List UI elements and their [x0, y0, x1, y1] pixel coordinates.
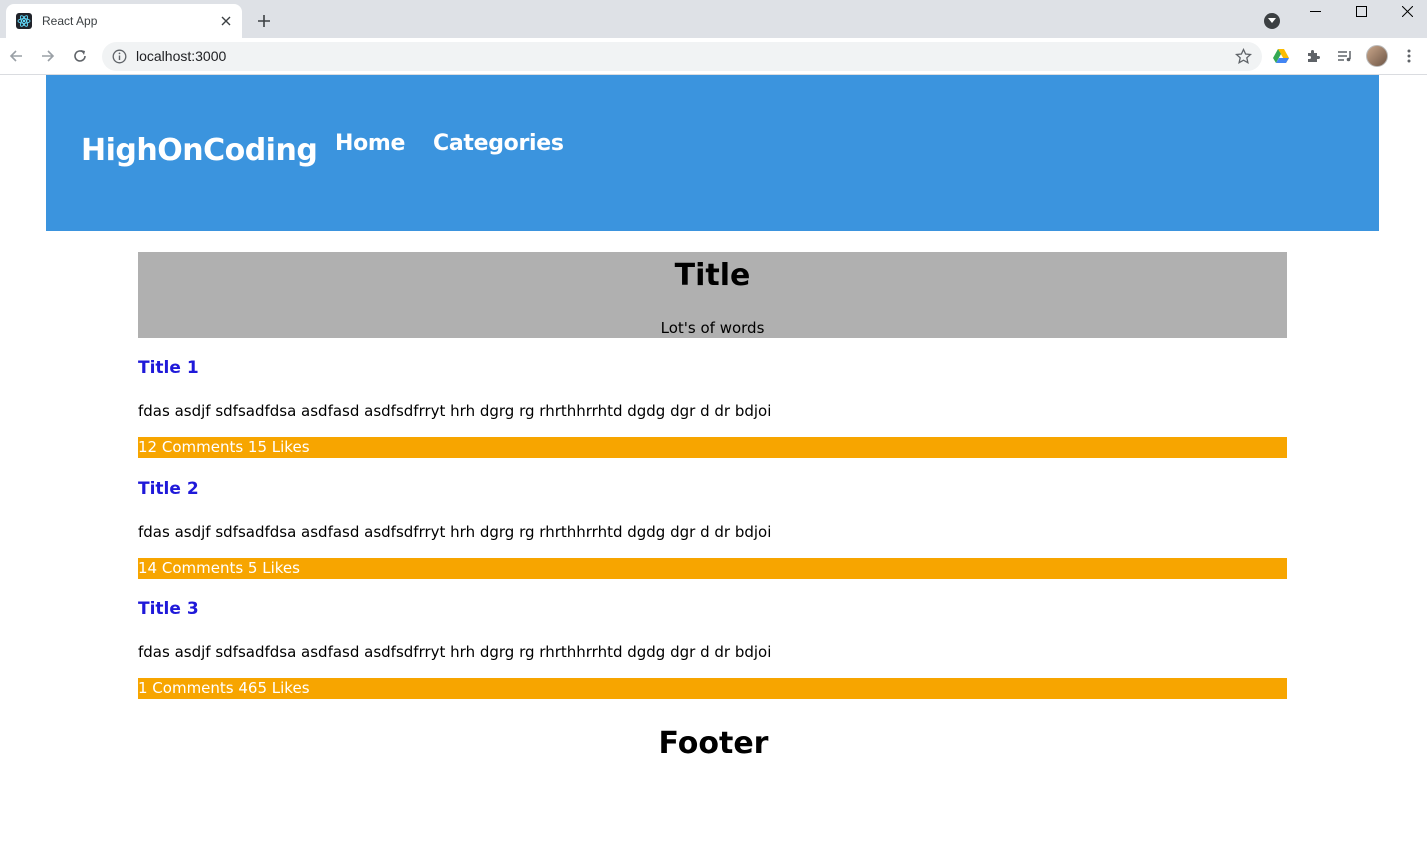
browser-tabstrip: React App	[0, 0, 1427, 38]
address-bar[interactable]: localhost:3000	[102, 42, 1262, 71]
google-drive-icon[interactable]	[1271, 46, 1291, 66]
nav-link-home[interactable]: Home	[335, 131, 405, 156]
post-meta-bar: 14 Comments 5 Likes	[138, 558, 1287, 579]
nav-link-categories[interactable]: Categories	[433, 131, 564, 156]
tab-title: React App	[42, 14, 98, 28]
maximize-icon[interactable]	[1338, 0, 1384, 22]
minimize-icon[interactable]	[1292, 0, 1338, 22]
forward-icon[interactable]	[38, 46, 58, 66]
react-favicon	[16, 13, 32, 29]
post-meta-bar: 12 Comments 15 Likes	[138, 437, 1287, 458]
close-icon[interactable]	[218, 13, 234, 29]
plus-icon[interactable]	[254, 11, 274, 31]
post-body: fdas asdjf sdfsadfdsa asdfasd asdfsdfrry…	[138, 643, 772, 661]
avatar[interactable]	[1366, 45, 1388, 67]
reload-icon[interactable]	[70, 46, 90, 66]
post-title[interactable]: Title 3	[138, 599, 199, 619]
navbar: HighOnCoding Home Categories	[46, 75, 1379, 231]
post-body: fdas asdjf sdfsadfdsa asdfasd asdfsdfrry…	[138, 402, 772, 420]
tab-search-icon[interactable]	[1264, 13, 1280, 29]
post-meta-bar: 1 Comments 465 Likes	[138, 678, 1287, 699]
reading-list-icon[interactable]	[1335, 46, 1355, 66]
post-title[interactable]: Title 2	[138, 479, 199, 499]
browser-tab[interactable]: React App	[6, 4, 242, 38]
extensions-icon[interactable]	[1303, 46, 1323, 66]
hero-title: Title	[674, 258, 751, 293]
window-close-icon[interactable]	[1384, 0, 1427, 22]
brand-logo[interactable]: HighOnCoding	[81, 133, 318, 168]
kebab-menu-icon[interactable]	[1399, 46, 1419, 66]
page-footer: Footer	[658, 726, 769, 761]
back-icon[interactable]	[6, 46, 26, 66]
hero-subtitle: Lot's of words	[660, 319, 765, 337]
url-text: localhost:3000	[136, 48, 227, 64]
star-icon[interactable]	[1234, 47, 1253, 65]
post-body: fdas asdjf sdfsadfdsa asdfasd asdfsdfrry…	[138, 523, 772, 541]
browser-toolbar: localhost:3000	[0, 38, 1427, 75]
hero-banner: Title Lot's of words	[138, 252, 1287, 338]
main-content: Title Lot's of words	[138, 252, 1287, 338]
info-icon[interactable]	[112, 49, 127, 64]
post-title[interactable]: Title 1	[138, 358, 199, 378]
